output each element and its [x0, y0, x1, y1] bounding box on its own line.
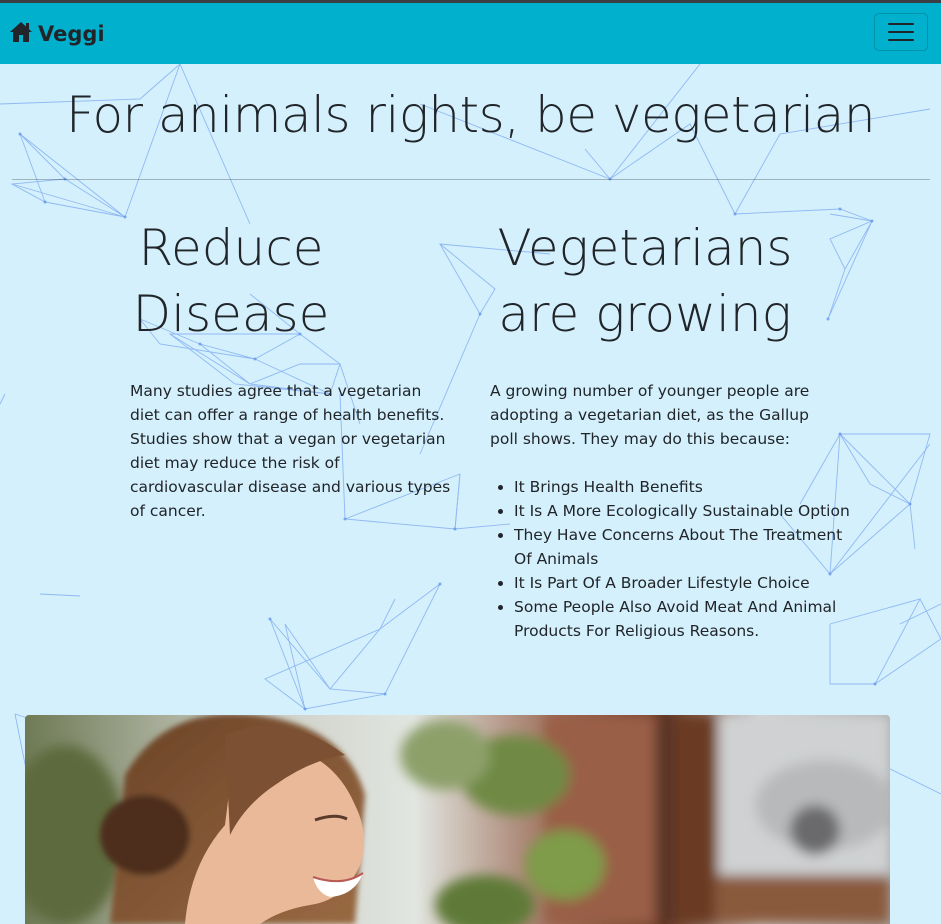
vegetarians-growing-heading: Vegetarians are growing — [497, 219, 793, 343]
vegetarians-growing-text: A growing number of younger people are a… — [490, 382, 810, 448]
reasons-list: It Brings Health Benefits It Is A More E… — [490, 475, 854, 643]
smiling-woman-photo — [25, 715, 890, 924]
reason-item: They Have Concerns About The Treatment O… — [514, 523, 854, 571]
navbar-toggler-button[interactable] — [874, 13, 928, 51]
hamburger-menu-icon — [888, 23, 914, 41]
hero-title: For animals rights, be vegetarian — [65, 86, 876, 144]
reason-item: It Is Part Of A Broader Lifestyle Choice — [514, 571, 854, 595]
photo-illustration — [25, 715, 890, 924]
section-divider — [12, 179, 930, 180]
reason-item: Some People Also Avoid Meat And Animal P… — [514, 595, 854, 643]
brand-link[interactable]: Veggi — [9, 18, 105, 50]
home-icon — [10, 22, 32, 42]
reduce-disease-heading: Reduce Disease — [132, 219, 330, 343]
reason-item: It Brings Health Benefits — [514, 475, 854, 499]
reduce-disease-text: Many studies agree that a vegetarian die… — [130, 382, 451, 520]
navbar: Veggi — [0, 3, 941, 64]
brand-label: Veggi — [38, 22, 105, 46]
reason-item: It Is A More Ecologically Sustainable Op… — [514, 499, 854, 523]
